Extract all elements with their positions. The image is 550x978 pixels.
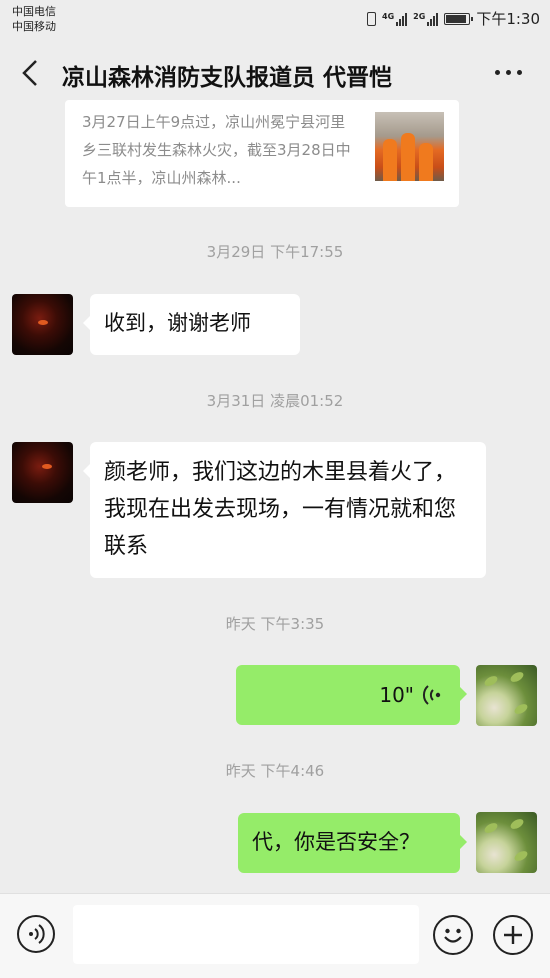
battery-icon xyxy=(444,12,474,25)
status-time: 下午1:30 xyxy=(476,10,540,28)
back-arrow-icon[interactable] xyxy=(18,58,44,88)
chat-header: 凉山森林消防支队报道员 代晋恺 xyxy=(0,38,550,108)
signal-2-icon: 2G xyxy=(413,11,439,26)
outgoing-message[interactable]: 代，你是否安全？ xyxy=(238,813,467,873)
voice-message[interactable]: 10" xyxy=(236,665,467,725)
message-text: 收到，谢谢老师 xyxy=(104,311,251,335)
status-bar: 中国电信 中国移动 4G 2G 下午1:30 xyxy=(0,0,550,38)
article-thumbnail xyxy=(375,112,444,181)
timestamp: 3月31日 凌晨01:52 xyxy=(206,392,344,410)
voice-input-icon[interactable] xyxy=(17,915,55,953)
timestamp: 昨天 下午3:35 xyxy=(225,615,325,633)
incoming-message[interactable]: 收到，谢谢老师 xyxy=(83,294,300,355)
message-text: 颜老师，我们这边的木里县着火了，我现在出发去现场，一有情况就和您联系 xyxy=(104,460,457,559)
signal-1-icon: 4G xyxy=(382,11,408,26)
network-type-2: 2G xyxy=(413,11,426,21)
incoming-message[interactable]: 颜老师，我们这边的木里县着火了，我现在出发去现场，一有情况就和您联系 xyxy=(83,442,486,578)
carrier-2: 中国移动 xyxy=(12,20,56,33)
emoji-icon[interactable] xyxy=(433,915,473,955)
carrier-labels: 中国电信 中国移动 xyxy=(12,4,56,34)
voice-duration: 10" xyxy=(379,682,414,707)
more-icon[interactable] xyxy=(495,70,522,75)
input-bar xyxy=(0,893,550,978)
timestamp: 昨天 下午4:46 xyxy=(225,762,325,780)
article-summary: 3月27日上午9点过，凉山州冕宁县河里乡三联村发生森林火灾，截至3月28日中午1… xyxy=(82,113,351,187)
status-indicators: 4G 2G 下午1:30 xyxy=(367,8,540,29)
message-input[interactable] xyxy=(73,905,419,964)
add-icon[interactable] xyxy=(493,915,533,955)
message-text: 代，你是否安全？ xyxy=(252,830,420,854)
my-avatar[interactable] xyxy=(476,812,537,873)
voice-wave-icon xyxy=(422,685,441,705)
contact-avatar[interactable] xyxy=(12,294,73,355)
contact-avatar[interactable] xyxy=(12,442,73,503)
my-avatar[interactable] xyxy=(476,665,537,726)
chat-title: 凉山森林消防支队报道员 代晋恺 xyxy=(62,65,393,91)
article-card[interactable]: 3月27日上午9点过，凉山州冕宁县河里乡三联村发生森林火灾，截至3月28日中午1… xyxy=(65,100,459,207)
network-type-1: 4G xyxy=(382,11,395,21)
timestamp: 3月29日 下午17:55 xyxy=(206,243,344,261)
vibrate-icon xyxy=(367,11,377,26)
carrier-1: 中国电信 xyxy=(12,5,56,18)
